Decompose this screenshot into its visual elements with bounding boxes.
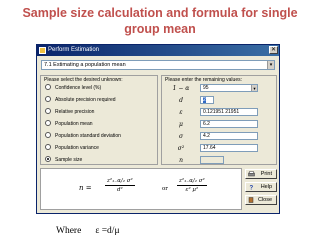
param-row-n: n [170,156,270,165]
perform-estimation-window: Perform Estimation ✕ 7.1 Estimating a po… [36,44,280,214]
topic-select[interactable]: 7.1 Estimating a population mean ▾ [41,60,275,70]
param-row-epsilon: ε 0.121951 21951 [170,108,270,117]
radio-icon[interactable] [45,143,51,150]
radio-absolute-precision[interactable]: Absolute precision required [45,95,116,105]
param-row-sigma: σ 4.2 [170,132,270,141]
svg-text:?: ? [250,186,254,191]
param-row-variance: σ² 17.64 [170,144,270,153]
param-symbol: σ² [177,145,185,152]
app-icon [39,47,46,54]
unknown-group-label: Please select the desired unknown: [44,77,123,83]
param-row-confidence: 1 − α 95 ▾ [170,84,270,93]
window-titlebar: Perform Estimation ✕ [37,45,279,56]
mu-input[interactable]: 6.2 [200,120,258,128]
radio-icon[interactable] [45,107,51,114]
radio-sample-size[interactable]: Sample size [45,155,82,165]
slide-title: Sample size calculation and formula for … [0,5,320,37]
formula-display: n = z²₁₋α/₂ σ² d² or z²₁₋α/₂ σ² ε² μ² [40,168,242,210]
formula-fraction-1: z²₁₋α/₂ σ² d² [105,178,135,193]
param-symbol: 1 − α [172,85,190,92]
n-output [200,156,224,164]
help-icon: ? [250,186,254,191]
param-row-mu: μ 6.2 [170,120,270,129]
window-title: Perform Estimation [48,47,100,53]
confidence-select[interactable]: 95 ▾ [200,84,258,92]
radio-icon[interactable] [45,95,51,102]
window-close-button[interactable]: ✕ [269,46,278,54]
variance-input[interactable]: 17.64 [200,144,258,152]
epsilon-input[interactable]: 0.121951 21951 [200,108,258,116]
formula-or: or [162,186,168,192]
param-symbol: μ [179,121,183,128]
param-symbol: d [179,97,183,104]
param-symbol: σ [178,133,184,140]
door-icon [248,197,254,203]
radio-icon[interactable] [45,83,51,90]
radio-icon[interactable] [45,119,51,126]
radio-relative-precision[interactable]: Relative precision [45,107,94,117]
chevron-down-icon[interactable]: ▾ [267,61,274,69]
d-input[interactable]: 2 [200,96,214,104]
formula-fraction-2: z²₁₋α/₂ σ² ε² μ² [177,178,207,193]
radio-confidence-level[interactable]: Confidence level (%) [45,83,101,93]
where-caption: Where ε =d/μ [56,226,120,237]
radio-icon[interactable] [45,131,51,138]
radio-population-mean[interactable]: Population mean [45,119,93,129]
radio-population-sd[interactable]: Population standard deviation [45,131,121,141]
where-formula: ε =d/μ [95,226,120,236]
close-button[interactable]: Close [245,195,277,205]
unknown-group: Please select the desired unknown: Confi… [40,75,158,165]
param-row-d: d 2 [170,96,270,105]
printer-icon [248,171,255,177]
param-symbol: ε [179,109,183,116]
help-button[interactable]: ? Help [245,182,277,192]
formula-lhs: n = [79,184,92,192]
sigma-input[interactable]: 4.2 [200,132,258,140]
print-button[interactable]: Print [245,169,277,179]
slide-title-line2: group mean [124,22,196,36]
radio-population-variance[interactable]: Population variance [45,143,99,153]
radio-selected-icon[interactable] [45,155,51,162]
topic-select-value: 7.1 Estimating a population mean [44,62,126,68]
values-group: Please enter the remaining values: 1 − α… [161,75,277,165]
where-label: Where [56,226,82,236]
param-symbol: n [179,157,183,164]
slide-title-line1: Sample size calculation and formula for … [22,6,298,20]
chevron-down-icon[interactable]: ▾ [251,85,257,91]
values-group-label: Please enter the remaining values: [165,77,242,83]
